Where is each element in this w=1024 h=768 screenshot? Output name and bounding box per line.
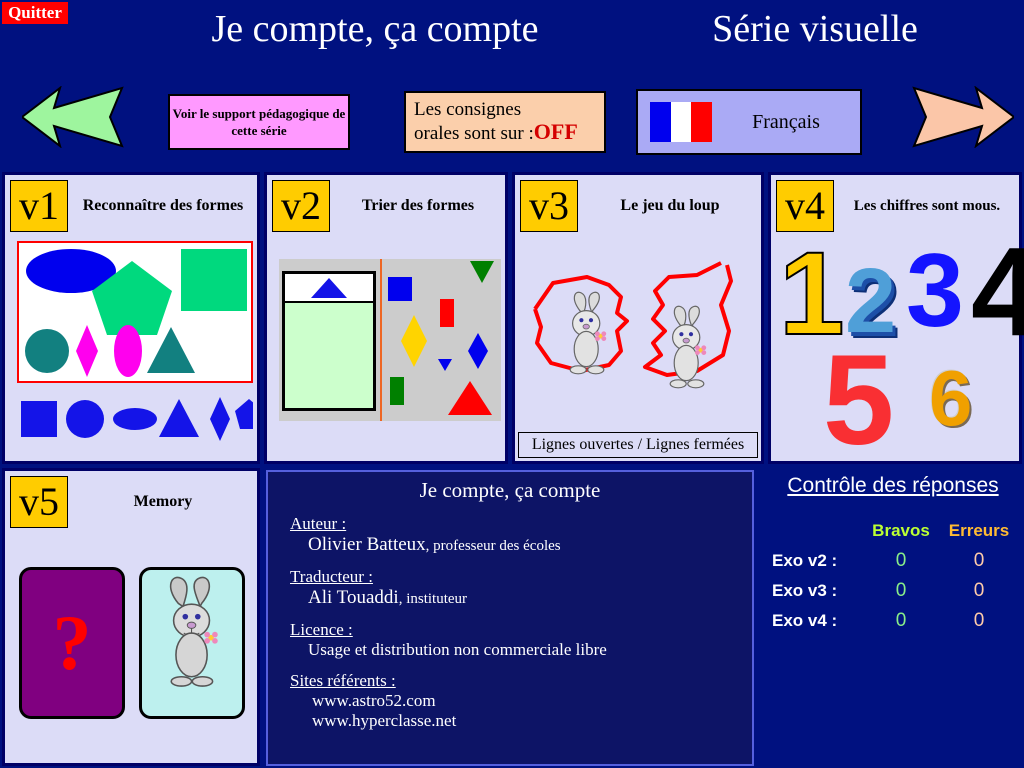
exercise-title-v2: Trier des formes [361,197,475,214]
translator-value: Ali Touaddi, instituteur [308,587,752,609]
v3-footer-label: Lignes ouvertes / Lignes fermées [518,432,758,458]
licence-heading: Licence : [290,620,353,639]
licence-value: Usage et distribution non commerciale li… [308,640,607,659]
exercise-tag-v2: v2 [272,180,330,232]
credits-title: Je compte, ça compte [419,478,601,502]
exercise-tag-v4: v4 [776,180,834,232]
digit-5: 5 [823,329,895,472]
score-row-label: Exo v4 : [772,611,838,630]
language-selector[interactable]: Français [636,89,862,155]
v2-sorting-target-box [282,271,376,411]
french-flag-icon [650,102,712,142]
score-panel: Contrôle des réponses Bravos Erreurs Exo… [764,470,1022,650]
oral-instructions-toggle[interactable]: Les consignes orales sont sur :OFF [404,91,606,153]
v2-target-drop-zone [285,301,373,408]
exercise-panel-v2[interactable]: v2 Trier des formes [264,172,508,464]
score-column-bravos: Bravos [872,521,930,540]
author-value: Olivier Batteux, professeur des écoles [308,534,752,556]
app-root: Quitter Je compte, ça compte Série visue… [0,0,1024,768]
v1-shape-canvas [17,241,253,383]
v4-digit-canvas: 1 2 3 4 5 6 [771,229,1024,472]
author-name: Olivier Batteux [308,534,426,555]
consignes-state-value: OFF [533,119,578,144]
quit-button[interactable]: Quitter [2,2,68,24]
score-row-label: Exo v2 : [772,551,838,570]
score-row: Exo v3 : 0 0 [772,576,1016,606]
score-row: Exo v4 : 0 0 [772,606,1016,636]
credits-panel: Je compte, ça compte Auteur : Olivier Ba… [266,470,754,766]
exercise-tag-v3: v3 [520,180,578,232]
score-column-erreurs: Erreurs [948,521,1010,540]
consignes-prefix: orales sont sur : [414,123,534,144]
exercise-title-v5: Memory [133,493,193,510]
question-mark-icon: ? [52,599,92,686]
exercise-panel-v4[interactable]: v4 Les chiffres sont mous. 1 2 3 4 5 6 [768,172,1024,472]
score-row-bravos: 0 [895,610,907,631]
digit-4: 4 [971,221,1024,362]
exercise-tag-v5: v5 [10,476,68,528]
score-panel-title: Contrôle des réponses [787,474,999,497]
digit-6: 6 [929,354,973,442]
sites-heading: Sites référents : [290,671,396,690]
consignes-line-2: orales sont sur :OFF [414,121,604,145]
score-header-row: Bravos Erreurs [772,516,1016,546]
pedagogic-support-button[interactable]: Voir le support pédagogique de cette sér… [168,94,350,150]
translator-heading: Traducteur : [290,567,373,586]
digit-3: 3 [906,233,964,349]
v1-shape-palette [17,393,263,443]
memory-card-revealed[interactable] [139,567,245,719]
score-row-erreurs: 0 [973,610,985,631]
author-role: , professeur des écoles [425,538,561,554]
exercise-title-v3: Le jeu du loup [620,197,720,214]
exercise-panel-v3[interactable]: v3 Le jeu du loup Lignes ouvertes / Lign… [512,172,764,464]
series-title: Série visuelle [712,8,918,50]
score-row-bravos: 0 [895,550,907,571]
exercise-panel-v5[interactable]: v5 Memory ? [2,468,260,766]
memory-card-hidden[interactable]: ? [19,567,125,719]
score-row-erreurs: 0 [973,580,985,601]
language-label: Français [752,110,820,133]
translator-role: , instituteur [398,591,468,607]
translator-name: Ali Touaddi [308,587,399,608]
score-row-erreurs: 0 [973,550,985,571]
rabbit-icon [169,576,218,687]
exercise-tag-v1: v1 [10,180,68,232]
consignes-line-1: Les consignes [414,99,522,120]
exercise-panel-v1[interactable]: v1 Reconnaître des formes [2,172,263,464]
site-link-astro52[interactable]: www.astro52.com [312,691,752,711]
page-title: Je compte, ça compte [211,8,539,50]
arrow-right-icon[interactable] [912,85,1016,149]
v2-sorting-canvas [279,259,501,421]
score-row-bravos: 0 [895,580,907,601]
arrow-left-icon[interactable] [20,85,124,149]
score-grid: Bravos Erreurs Exo v2 : 0 0 Exo v3 : 0 0… [772,516,1016,636]
score-row: Exo v2 : 0 0 [772,546,1016,576]
site-link-hyperclasse[interactable]: www.hyperclasse.net [312,711,752,731]
v3-line-canvas [521,235,757,430]
score-row-label: Exo v3 : [772,581,838,600]
exercise-title-v1: Reconnaître des formes [82,197,244,214]
author-heading: Auteur : [290,514,347,533]
rabbit-icon [569,291,607,375]
